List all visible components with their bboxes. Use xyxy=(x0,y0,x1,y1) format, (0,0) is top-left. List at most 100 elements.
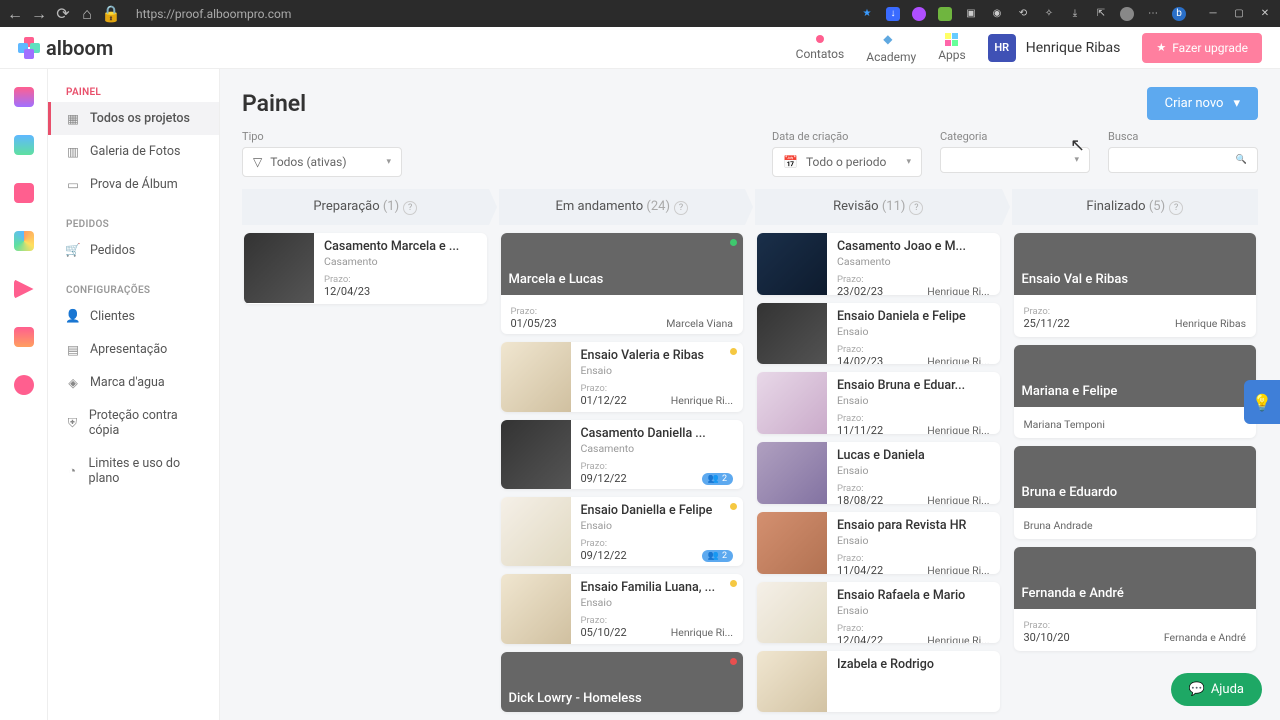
column-header: Finalizado (5)? xyxy=(1012,189,1259,225)
sidebar-item-todos-projetos[interactable]: ▦Todos os projetos xyxy=(48,102,219,135)
browser-actions: ★ ↓ ▣ ◉ ⟲ ✧ ⤓ ⇱ ⋯ b ─ ▢ ✕ xyxy=(860,7,1272,21)
rail-icon-6[interactable] xyxy=(14,327,34,347)
maximize-icon[interactable]: ▢ xyxy=(1232,7,1246,21)
lightbulb-icon: 💡 xyxy=(1252,393,1272,412)
filter-categoria-select[interactable]: ▾ xyxy=(940,147,1090,173)
ext2-icon[interactable] xyxy=(938,7,952,21)
sidebar-item-protecao[interactable]: ⛨Proteção contra cópia xyxy=(48,399,219,447)
help-icon[interactable]: ? xyxy=(1169,201,1183,215)
project-card[interactable]: Bruna e EduardoBruna Andrade xyxy=(1014,446,1257,539)
rail-icon-4[interactable] xyxy=(14,231,34,251)
sidebar-item-galeria[interactable]: ▥Galeria de Fotos xyxy=(48,135,219,168)
project-card[interactable]: Ensaio Valeria e RibasEnsaioPrazo:01/12/… xyxy=(501,342,744,411)
card-thumbnail xyxy=(757,372,827,434)
logo[interactable]: alboom xyxy=(18,36,113,60)
bing-icon[interactable]: b xyxy=(1172,7,1186,21)
create-new-button[interactable]: Criar novo ▾ xyxy=(1147,87,1258,120)
card-title: Ensaio Daniella e Felipe xyxy=(581,503,734,518)
project-card[interactable]: Marcela e LucasPrazo:01/05/23Marcela Via… xyxy=(501,233,744,334)
project-card[interactable]: Casamento Joao e M...CasamentoPrazo:23/0… xyxy=(757,233,1000,295)
help-icon[interactable]: ? xyxy=(674,201,688,215)
project-card[interactable]: Ensaio Rafaela e MarioEnsaioPrazo:12/04/… xyxy=(757,582,1000,644)
profile-icon[interactable] xyxy=(1120,7,1134,21)
close-window-icon[interactable]: ✕ xyxy=(1258,7,1272,21)
sidebar-item-marca-dagua[interactable]: ◈Marca d'agua xyxy=(48,366,219,399)
icon-rail xyxy=(0,69,48,720)
deadline-label: Prazo: xyxy=(837,483,883,494)
card-subtitle: Ensaio xyxy=(837,394,990,407)
card-date: 14/02/23 xyxy=(837,355,883,365)
search-input[interactable]: 🔍 xyxy=(1108,147,1258,173)
project-card[interactable]: Ensaio Bruna e Eduar...EnsaioPrazo:11/11… xyxy=(757,372,1000,434)
help-icon[interactable]: ? xyxy=(909,201,923,215)
project-card[interactable]: Ensaio Val e RibasPrazo:25/11/22Henrique… xyxy=(1014,233,1257,337)
project-card[interactable]: Ensaio Daniela e FelipeEnsaioPrazo:14/02… xyxy=(757,303,1000,365)
project-card[interactable]: Casamento Marcela e ... Casamento Prazo:… xyxy=(244,233,487,304)
project-card[interactable]: Fernanda e AndréPrazo:30/10/20Fernanda e… xyxy=(1014,547,1257,651)
column-andamento: Em andamento (24)? Marcela e LucasPrazo:… xyxy=(499,189,746,720)
project-card[interactable]: Izabela e Rodrigo xyxy=(757,651,1000,712)
project-card[interactable]: Ensaio Daniella e FelipeEnsaioPrazo:09/1… xyxy=(501,497,744,566)
sidebar-item-apresentacao[interactable]: ▤Apresentação xyxy=(48,333,219,366)
card-thumbnail xyxy=(501,574,571,643)
count-badge: 👥 2 xyxy=(702,550,733,562)
card-title: Fernanda e André xyxy=(1022,586,1124,601)
nav-contacts[interactable]: Contatos xyxy=(796,35,845,61)
nav-apps[interactable]: Apps xyxy=(938,33,966,62)
user-menu[interactable]: HR Henrique Ribas xyxy=(988,34,1121,62)
nav-academy[interactable]: ◆ Academy xyxy=(866,32,916,64)
sidebar-label: Apresentação xyxy=(90,342,167,357)
project-card[interactable]: Ensaio Familia Luana, ...EnsaioPrazo:05/… xyxy=(501,574,744,643)
project-card[interactable]: Ensaio para Revista HREnsaioPrazo:11/04/… xyxy=(757,512,1000,574)
project-card[interactable]: Mariana e FelipeMariana Temponi xyxy=(1014,345,1257,438)
home-icon[interactable]: ⌂ xyxy=(80,7,94,21)
filter-tipo-select[interactable]: ▽Todos (ativas)▾ xyxy=(242,147,402,177)
status-dot-icon xyxy=(730,503,737,510)
download-icon[interactable]: ↓ xyxy=(886,7,900,21)
sidebar-item-limites[interactable]: ◔Limites e uso do plano xyxy=(48,447,219,495)
card-thumbnail xyxy=(757,651,827,712)
help-button[interactable]: 💬Ajuda xyxy=(1171,673,1262,706)
camera-icon[interactable]: ◉ xyxy=(990,7,1004,21)
ext-icon[interactable] xyxy=(912,7,926,21)
rail-icon-5[interactable] xyxy=(14,279,34,299)
sidebar-item-pedidos[interactable]: 🛒Pedidos xyxy=(48,234,219,267)
column-preparacao: Preparação (1)? Casamento Marcela e ... … xyxy=(242,189,489,720)
project-card[interactable]: Lucas e DanielaEnsaioPrazo:18/08/22Henri… xyxy=(757,442,1000,504)
nav-academy-label: Academy xyxy=(866,50,916,64)
upgrade-button[interactable]: Fazer upgrade xyxy=(1142,33,1262,63)
minimize-icon[interactable]: ─ xyxy=(1206,7,1220,21)
card-date: 30/10/20 xyxy=(1024,631,1070,644)
project-card[interactable]: Dick Lowry - Homeless xyxy=(501,652,744,712)
downloads-icon[interactable]: ⤓ xyxy=(1068,7,1082,21)
screenshot-icon[interactable]: ▣ xyxy=(964,7,978,21)
sidebar-item-clientes[interactable]: 👤Clientes xyxy=(48,300,219,333)
rail-icon-2[interactable] xyxy=(14,135,34,155)
rail-icon-1[interactable] xyxy=(14,87,34,107)
project-card[interactable]: Casamento Daniella ...CasamentoPrazo:09/… xyxy=(501,420,744,489)
address-bar[interactable]: https://proof.alboompro.com xyxy=(128,7,850,21)
sidebar-item-prova-album[interactable]: ▭Prova de Álbum xyxy=(48,168,219,201)
nav-contacts-label: Contatos xyxy=(796,47,845,61)
more-icon[interactable]: ⋯ xyxy=(1146,7,1160,21)
filter-data-select[interactable]: 📅Todo o periodo▾ xyxy=(772,147,922,177)
sync-icon[interactable]: ⟲ xyxy=(1016,7,1030,21)
refresh-icon[interactable]: ⟳ xyxy=(56,7,70,21)
card-subtitle: Ensaio xyxy=(837,325,990,338)
chevron-down-icon: ▾ xyxy=(386,157,391,167)
tips-tab[interactable]: 💡 xyxy=(1244,380,1280,424)
share-icon[interactable]: ⇱ xyxy=(1094,7,1108,21)
star-icon[interactable]: ★ xyxy=(860,7,874,21)
rail-icon-3[interactable] xyxy=(14,183,34,203)
rail-icon-7[interactable] xyxy=(14,375,34,395)
favorites-icon[interactable]: ✧ xyxy=(1042,7,1056,21)
funnel-icon: ▽ xyxy=(253,155,262,169)
card-title: Ensaio Bruna e Eduar... xyxy=(837,378,990,393)
forward-icon[interactable]: → xyxy=(32,7,46,21)
filter-busca-label: Busca xyxy=(1108,130,1258,143)
help-icon[interactable]: ? xyxy=(403,201,417,215)
deadline-label: Prazo: xyxy=(324,274,370,285)
sidebar-label: Galeria de Fotos xyxy=(90,144,180,159)
academy-icon: ◆ xyxy=(883,32,899,48)
back-icon[interactable]: ← xyxy=(8,7,22,21)
